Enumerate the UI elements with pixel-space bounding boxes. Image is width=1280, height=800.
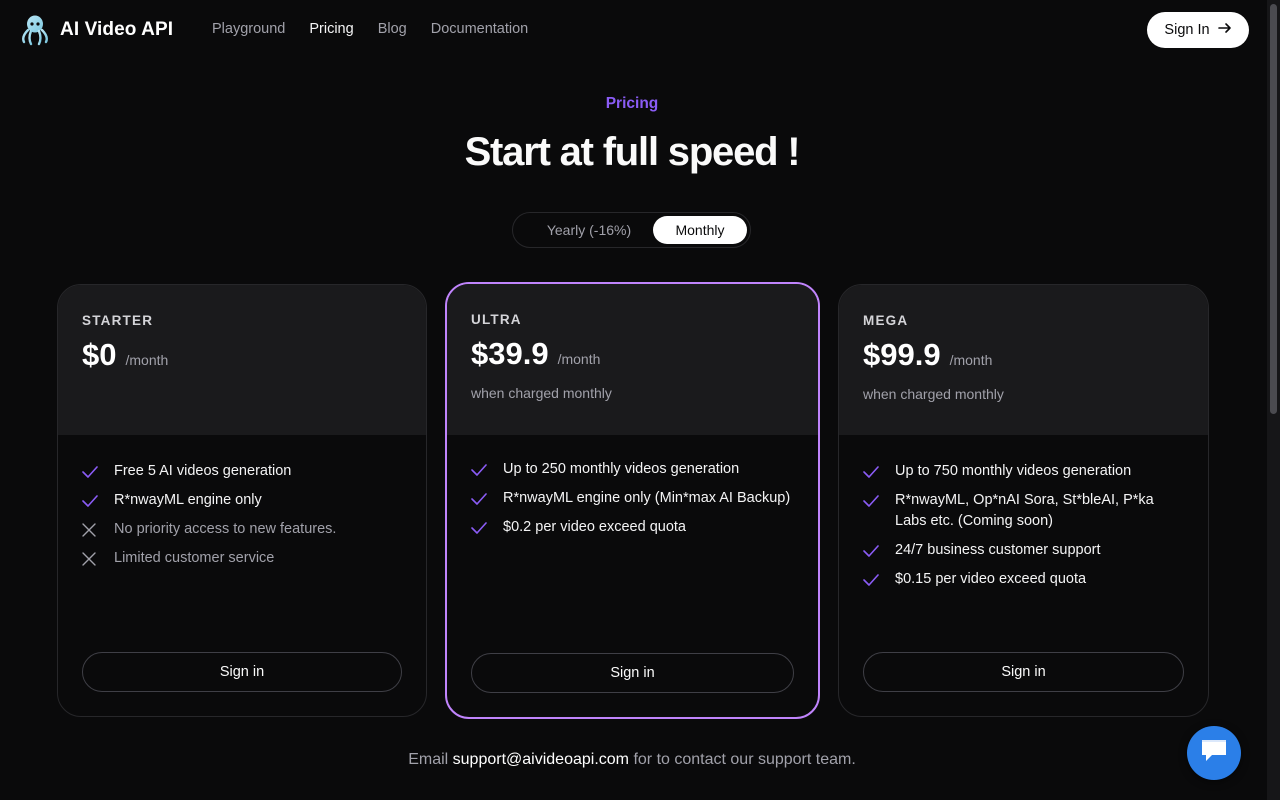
plan-header: MEGA $99.9 /month when charged monthly: [839, 285, 1208, 435]
check-icon: [863, 540, 881, 561]
billing-toggle: Yearly (-16%) Monthly: [512, 212, 751, 248]
support-note: Email support@aivideoapi.com for to cont…: [0, 751, 1264, 769]
list-item: R*nwayML engine only (Min*max AI Backup): [471, 488, 798, 509]
billing-note: when charged monthly: [471, 385, 612, 401]
plan-sign-in-button[interactable]: Sign in: [471, 653, 794, 693]
check-icon: [471, 488, 489, 509]
check-icon: [863, 569, 881, 590]
price-row: $99.9 /month: [863, 337, 992, 373]
feature-text: No priority access to new features.: [114, 521, 337, 537]
check-icon: [863, 490, 881, 511]
nav-pricing[interactable]: Pricing: [309, 21, 353, 37]
price-row: $39.9 /month: [471, 336, 600, 372]
check-icon: [471, 459, 489, 480]
main-nav: Playground Pricing Blog Documentation: [212, 21, 528, 37]
nav-documentation[interactable]: Documentation: [431, 21, 529, 37]
list-item: No priority access to new features.: [82, 519, 406, 540]
feature-text: Up to 750 monthly videos generation: [895, 463, 1132, 479]
feature-text: Free 5 AI videos generation: [114, 463, 292, 479]
support-email-link[interactable]: support@aivideoapi.com: [453, 751, 629, 768]
price-row: $0 /month: [82, 337, 168, 373]
support-prefix: Email: [408, 751, 449, 768]
price-period: /month: [949, 352, 993, 368]
feature-text: 24/7 business customer support: [895, 542, 1101, 558]
support-suffix: for to contact our support team.: [633, 751, 856, 768]
list-item: 24/7 business customer support: [863, 540, 1188, 561]
list-item: R*nwayML, Op*nAI Sora, St*bleAI, P*ka La…: [863, 490, 1188, 532]
plan-card-starter: STARTER $0 /month Free 5 AI videos gener…: [57, 284, 427, 717]
check-icon: [82, 490, 100, 511]
feature-list: Free 5 AI videos generation R*nwayML eng…: [82, 461, 406, 577]
brand-logo[interactable]: AI Video API: [20, 14, 173, 46]
plan-price: $99.9: [863, 337, 941, 372]
x-icon: [82, 548, 100, 569]
top-header: AI Video API Playground Pricing Blog Doc…: [0, 0, 1268, 60]
feature-text: R*nwayML engine only (Min*max AI Backup): [503, 490, 791, 506]
arrow-right-icon: [1217, 21, 1232, 39]
feature-text: Up to 250 monthly videos generation: [503, 461, 740, 477]
octopus-icon: [20, 14, 50, 46]
list-item: Up to 750 monthly videos generation: [863, 461, 1188, 482]
section-eyebrow: Pricing: [605, 95, 659, 112]
check-icon: [863, 461, 881, 482]
plan-name: MEGA: [863, 313, 909, 328]
feature-list: Up to 750 monthly videos generation R*nw…: [863, 461, 1188, 598]
feature-list: Up to 250 monthly videos generation R*nw…: [471, 459, 798, 546]
plan-card-ultra: ULTRA $39.9 /month when charged monthly …: [445, 282, 820, 719]
plan-price: $0: [82, 337, 117, 372]
price-period: /month: [557, 351, 601, 367]
sign-in-button[interactable]: Sign In: [1147, 12, 1249, 48]
scrollbar-thumb[interactable]: [1270, 4, 1277, 414]
page-title: Start at full speed !: [464, 130, 801, 174]
page-scrollbar[interactable]: [1267, 0, 1280, 800]
list-item: Limited customer service: [82, 548, 406, 569]
plan-sign-in-button[interactable]: Sign in: [82, 652, 402, 692]
chat-bubble-icon: [1199, 738, 1229, 769]
plan-name: ULTRA: [471, 312, 522, 327]
billing-note: when charged monthly: [863, 386, 1004, 402]
list-item: R*nwayML engine only: [82, 490, 406, 511]
nav-playground[interactable]: Playground: [212, 21, 285, 37]
feature-text: R*nwayML, Op*nAI Sora, St*bleAI, P*ka La…: [895, 492, 1154, 529]
plan-header: ULTRA $39.9 /month when charged monthly: [447, 284, 818, 435]
plan-sign-in-button[interactable]: Sign in: [863, 652, 1184, 692]
toggle-monthly[interactable]: Monthly: [653, 216, 747, 244]
sign-in-label: Sign In: [1164, 22, 1210, 38]
feature-text: R*nwayML engine only: [114, 492, 262, 508]
brand-name: AI Video API: [60, 19, 174, 40]
x-icon: [82, 519, 100, 540]
nav-blog[interactable]: Blog: [378, 21, 407, 37]
plan-price: $39.9: [471, 336, 549, 371]
plan-header: STARTER $0 /month: [58, 285, 426, 435]
list-item: Up to 250 monthly videos generation: [471, 459, 798, 480]
list-item: $0.15 per video exceed quota: [863, 569, 1188, 590]
check-icon: [471, 517, 489, 538]
price-period: /month: [125, 352, 169, 368]
chat-widget-button[interactable]: [1187, 726, 1241, 780]
feature-text: $0.2 per video exceed quota: [503, 519, 686, 535]
feature-text: $0.15 per video exceed quota: [895, 571, 1087, 587]
plan-name: STARTER: [82, 313, 154, 328]
check-icon: [82, 461, 100, 482]
list-item: $0.2 per video exceed quota: [471, 517, 798, 538]
feature-text: Limited customer service: [114, 550, 275, 566]
plan-card-mega: MEGA $99.9 /month when charged monthly U…: [838, 284, 1209, 717]
toggle-yearly[interactable]: Yearly (-16%): [525, 216, 653, 244]
list-item: Free 5 AI videos generation: [82, 461, 406, 482]
